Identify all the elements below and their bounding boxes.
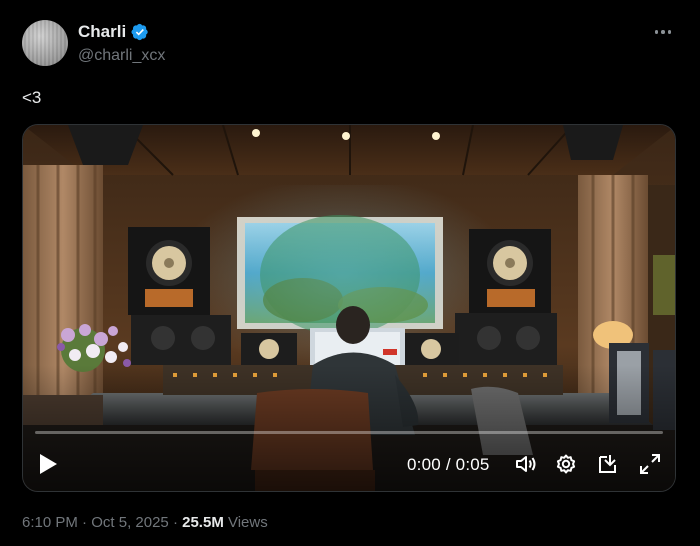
author-handle[interactable]: @charli_xcx: [78, 47, 165, 65]
time-separator: /: [440, 455, 456, 474]
video-time: 0:00 / 0:05: [407, 455, 490, 475]
author-name[interactable]: Charli: [78, 22, 126, 42]
author-row: Charli: [78, 22, 149, 42]
tweet-date[interactable]: Oct 5, 2025: [91, 514, 169, 531]
avatar[interactable]: [22, 20, 68, 66]
volume-icon[interactable]: [513, 451, 539, 477]
tweet-text: <3: [22, 88, 42, 107]
separator-dot: ·: [168, 514, 183, 531]
gear-icon[interactable]: [553, 451, 579, 477]
video-controls: 0:00 / 0:05: [23, 433, 675, 491]
current-time: 0:00: [407, 455, 441, 474]
fullscreen-icon[interactable]: [637, 451, 663, 477]
views-count: 25.5M: [182, 514, 224, 531]
tweet-time[interactable]: 6:10 PM: [22, 514, 78, 531]
separator-dot: ·: [77, 514, 92, 531]
more-options-icon[interactable]: [652, 22, 674, 42]
play-icon[interactable]: [35, 451, 61, 477]
verified-badge-icon: [131, 23, 148, 41]
duration: 0:05: [455, 455, 490, 474]
views-label: Views: [223, 514, 268, 531]
video-player[interactable]: 0:00 / 0:05: [22, 124, 676, 492]
download-icon[interactable]: [595, 451, 621, 477]
tweet-meta: 6:10 PM · Oct 5, 2025 · 25.5M Views: [22, 514, 268, 531]
